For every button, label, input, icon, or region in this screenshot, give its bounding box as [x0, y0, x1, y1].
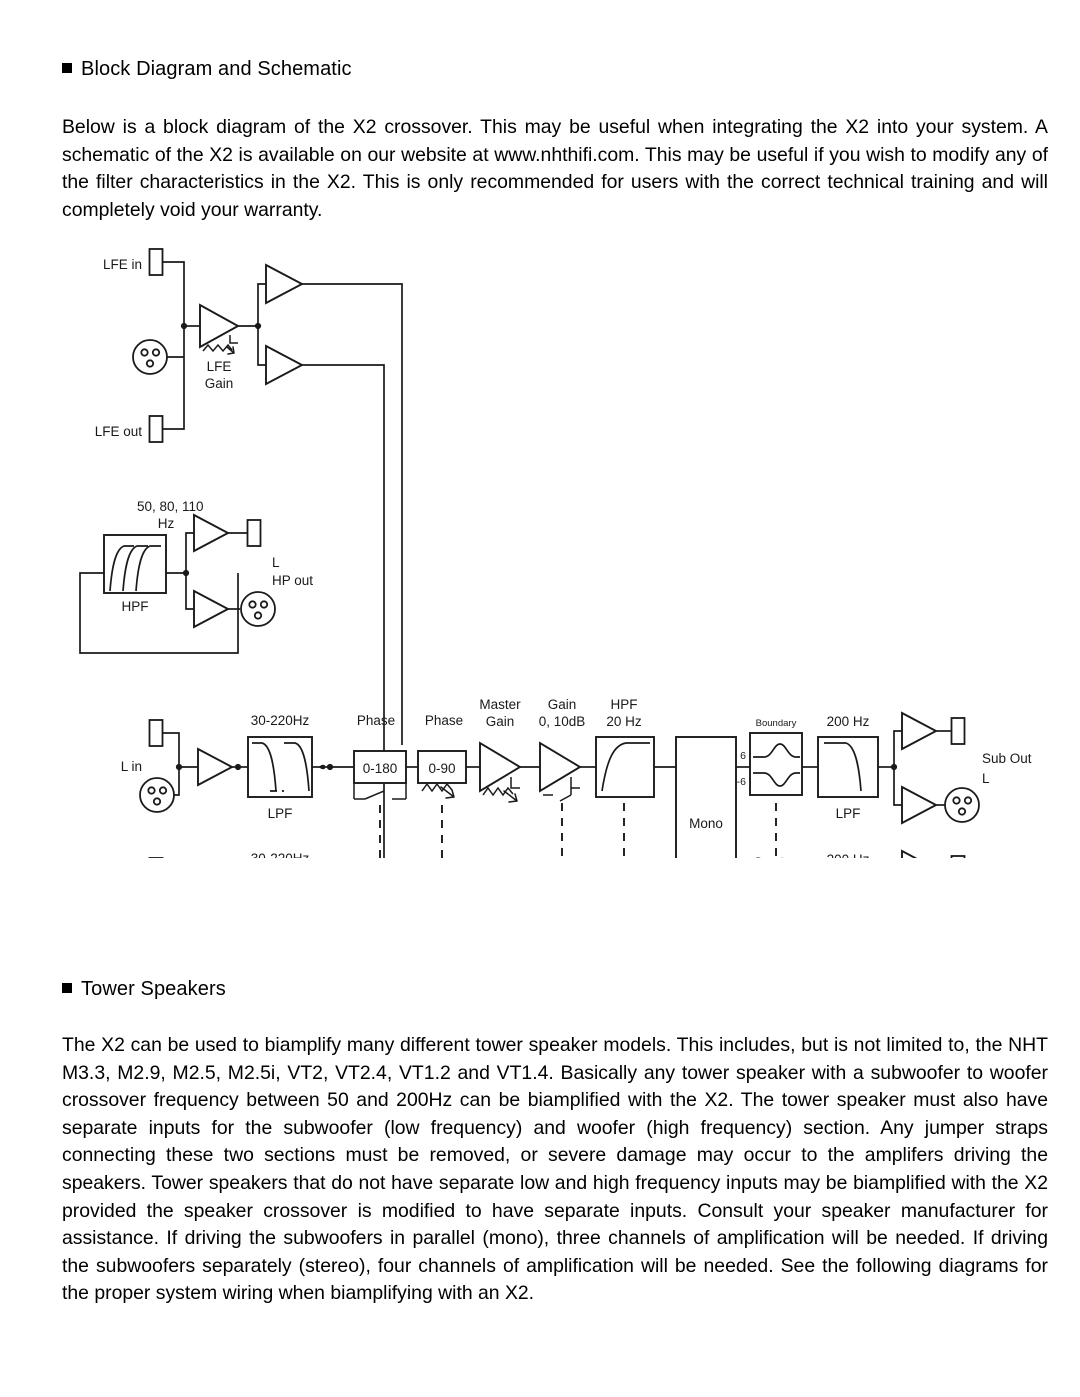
left-phase-a-value: 0-180	[363, 761, 398, 776]
lfe-gain-label-line2: Gain	[205, 376, 234, 391]
hpf-top-out-label-line2: HP out	[272, 573, 313, 588]
lfe-out-xlr-jack[interactable]	[148, 415, 164, 443]
lfe-out-label: LFE out	[95, 424, 143, 439]
left-output-label-line1: Sub Out	[982, 751, 1032, 766]
lfe-buffer-amp-top	[265, 263, 305, 305]
lfe-gain-label-line1: LFE	[207, 359, 232, 374]
left-in-xlr-jack[interactable]	[148, 719, 164, 747]
paragraph-block-diagram: Below is a block diagram of the X2 cross…	[62, 116, 1048, 221]
right-lpf-freq-label: 30-220Hz	[251, 851, 310, 858]
left-lpf-freq-label: 30-220Hz	[251, 713, 310, 728]
right-lpf200-freq: 200 Hz	[827, 852, 870, 858]
section-heading-text: Tower Speakers	[81, 978, 226, 1000]
left-output-buffer-amp-b	[901, 785, 939, 825]
left-channel-row: L in 30-220Hz LPF Phase 0-180 Phase 0-90…	[121, 697, 676, 858]
bullet-square-icon	[62, 63, 72, 73]
left-output-buffer-amp-a	[901, 711, 939, 751]
lfe-rca-jack[interactable]	[132, 339, 168, 375]
left-master-gain-line2: Gain	[486, 714, 515, 729]
lfe-buffer-amp-bottom	[265, 344, 305, 386]
left-sub-out-rca-jack[interactable]	[944, 787, 980, 823]
hpf-top-section: 50, 80, 110 Hz HPF L HP out	[79, 499, 313, 654]
block-diagram: LFE in LFE out LFE Gain 50, 80, 110 Hz H…	[62, 243, 1062, 858]
hpf-top-out-label-line1: L	[272, 555, 280, 570]
right-boundary-label: Boundary	[756, 856, 797, 858]
left-lpf-block	[247, 736, 313, 798]
left-input-label: L in	[121, 759, 142, 774]
mono-stereo-switch[interactable]: Mono Stereo	[675, 736, 737, 858]
block-diagram-svg: LFE in LFE out LFE Gain 50, 80, 110 Hz H…	[79, 248, 1032, 858]
left-in-rca-jack[interactable]	[139, 777, 175, 813]
lfe-in-xlr-jack[interactable]	[148, 248, 164, 276]
left-boundary-label: Boundary	[756, 718, 797, 729]
bullet-square-icon	[62, 983, 72, 993]
left-hpf20-line2: 20 Hz	[606, 714, 642, 729]
lfe-gain-amp[interactable]	[199, 303, 240, 355]
left-boundary-max: 6	[740, 750, 746, 762]
left-lpf200-label: LPF	[836, 806, 861, 821]
left-gain-line1: Gain	[548, 697, 577, 712]
hpf-top-freq-line1: 50, 80, 110	[137, 499, 204, 514]
hpf-top-buffer-amp-b	[193, 589, 231, 629]
manual-page: Block Diagram and Schematic Below is a b…	[0, 0, 1080, 1397]
hpf-top-xlr-out-jack[interactable]	[246, 519, 262, 547]
left-gain-switch-amp[interactable]	[539, 741, 582, 802]
mono-stereo-block[interactable]	[675, 736, 737, 858]
left-phase-b-value: 0-90	[428, 761, 455, 776]
left-gain-line2: 0, 10dB	[539, 714, 586, 729]
left-hpf20-line1: HPF	[611, 697, 638, 712]
mode-option-mono: Mono	[689, 816, 723, 831]
left-phase-b-label: Phase	[425, 713, 463, 728]
section-heading-text: Block Diagram and Schematic	[81, 58, 352, 80]
hpf-top-buffer-amp-a	[193, 513, 231, 553]
left-boundary-min: -6	[737, 776, 746, 788]
left-sub-out-xlr-jack[interactable]	[950, 717, 966, 745]
lfe-in-label: LFE in	[103, 257, 142, 272]
left-master-gain-line1: Master	[479, 697, 521, 712]
right-sub-out-xlr-jack[interactable]	[950, 855, 966, 858]
section-heading-block-diagram: Block Diagram and Schematic	[62, 58, 352, 81]
left-lpf-200hz-block	[817, 736, 879, 798]
left-output-chain: Boundary 6 -6 200 Hz LPF Sub Out L	[736, 711, 1032, 858]
hpf-top-block-label: HPF	[122, 599, 149, 614]
hpf-top-freq-line2: Hz	[158, 516, 175, 531]
left-hpf-20hz-block	[595, 736, 655, 798]
hpf-top-rca-out-jack[interactable]	[240, 591, 276, 627]
left-lpf-label: LPF	[268, 806, 293, 821]
left-output-label-line2: L	[982, 771, 990, 786]
right-channel-row: R in 30-220Hz LPF	[148, 851, 310, 858]
left-master-gain-amp[interactable]	[479, 741, 522, 803]
left-input-buffer-amp	[197, 747, 235, 787]
left-boundary-block[interactable]	[749, 732, 803, 796]
section-heading-tower-speakers: Tower Speakers	[62, 978, 226, 1001]
left-phase-a-label: Phase	[357, 713, 395, 728]
left-lpf200-freq: 200 Hz	[827, 714, 870, 729]
paragraph-tower-speakers: The X2 can be used to biamplify many dif…	[62, 1034, 1048, 1305]
right-output-chain: Boundary 6 -6 200 Hz LPF	[756, 849, 966, 858]
right-output-buffer-amp-a	[901, 849, 918, 858]
